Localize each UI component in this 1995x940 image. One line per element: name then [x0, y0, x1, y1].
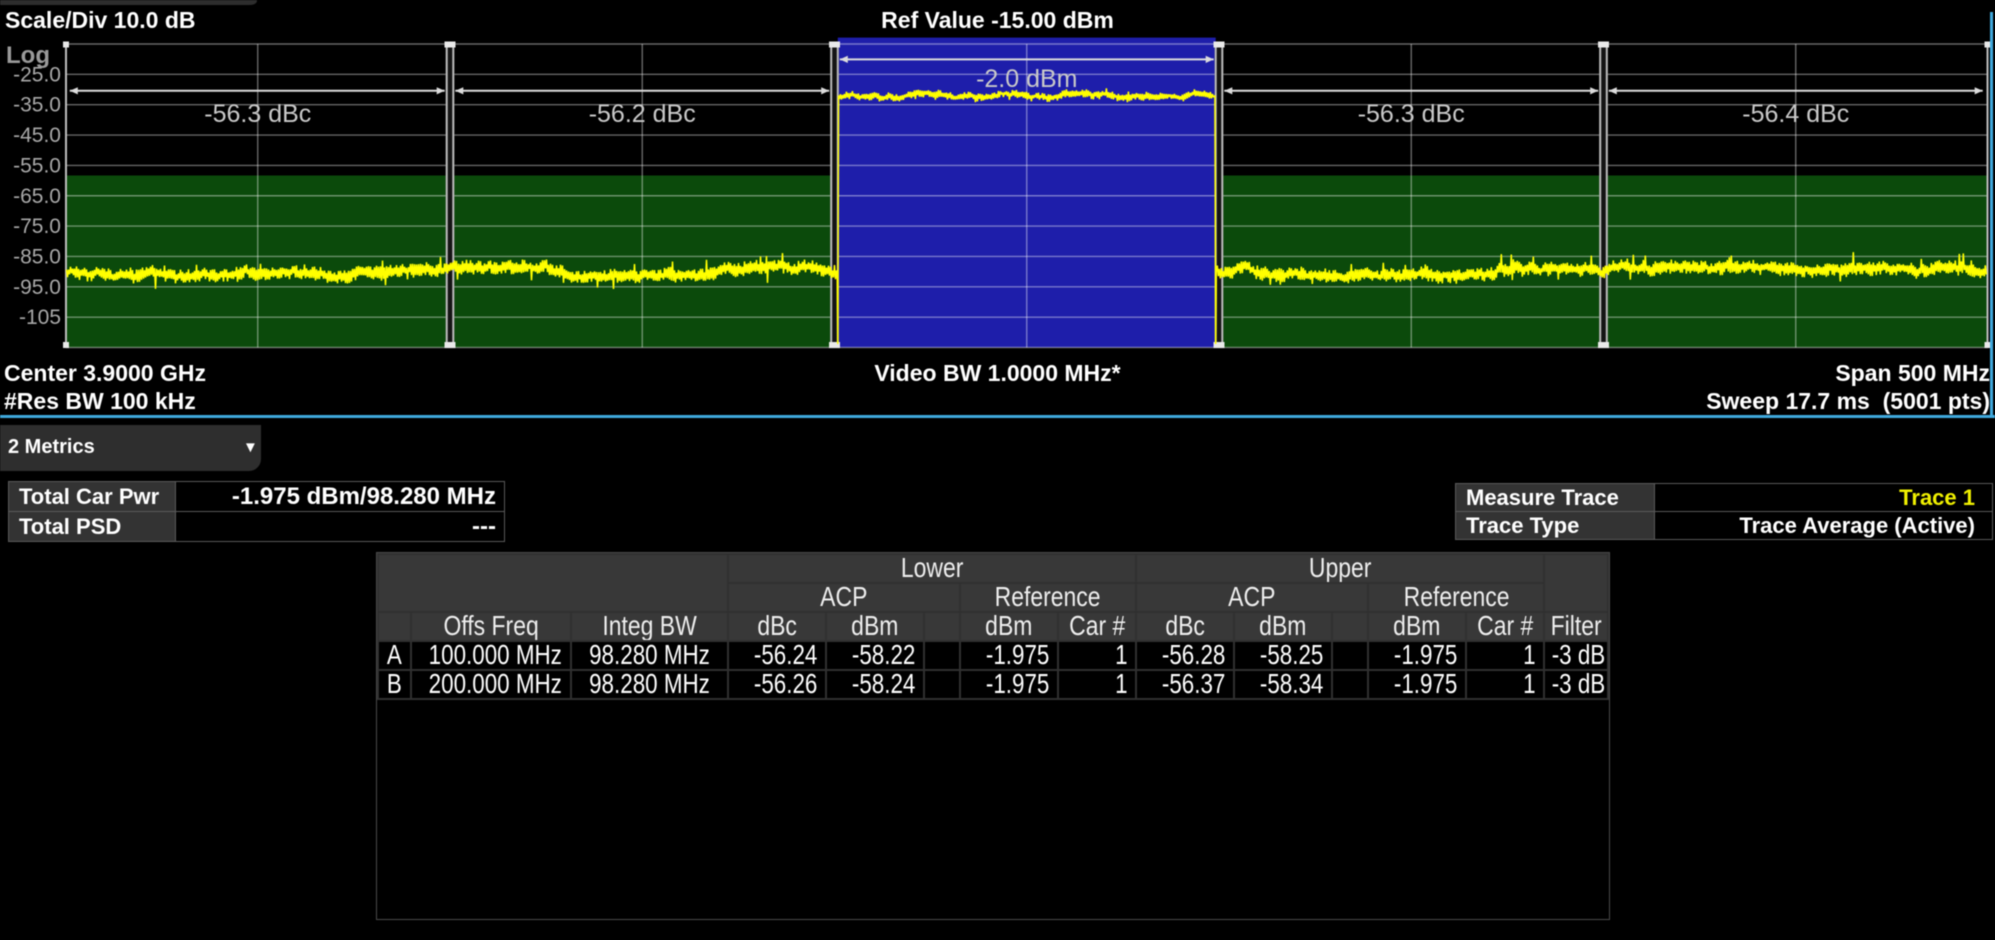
- svg-text:-56.3 dBc: -56.3 dBc: [1358, 100, 1465, 128]
- svg-text:-55.0: -55.0: [13, 154, 61, 177]
- svg-text:Scale/Div 10.0 dB: Scale/Div 10.0 dB: [5, 7, 196, 33]
- svg-text:-56.4 dBc: -56.4 dBc: [1742, 100, 1849, 128]
- svg-text:-75.0: -75.0: [13, 215, 61, 238]
- svg-text:-95.0: -95.0: [13, 276, 61, 299]
- svg-text:-65.0: -65.0: [13, 185, 61, 208]
- svg-text:-85.0: -85.0: [13, 246, 61, 269]
- svg-text:-2.0 dBm: -2.0 dBm: [976, 65, 1077, 93]
- svg-text:-45.0: -45.0: [13, 124, 61, 147]
- svg-text:Log: Log: [6, 42, 50, 69]
- svg-text:#Res BW 100 kHz: #Res BW 100 kHz: [4, 388, 196, 414]
- svg-text:Video BW 1.0000 MHz*: Video BW 1.0000 MHz*: [874, 360, 1120, 386]
- svg-text:Sweep 17.7 ms (5001 pts): Sweep 17.7 ms (5001 pts): [1706, 388, 1990, 414]
- svg-text:Center 3.9000 GHz: Center 3.9000 GHz: [4, 360, 206, 386]
- svg-text:-35.0: -35.0: [13, 94, 61, 117]
- svg-text:-56.3 dBc: -56.3 dBc: [204, 100, 311, 128]
- svg-text:Span 500 MHz: Span 500 MHz: [1835, 360, 1990, 386]
- svg-text:Ref Value -15.00 dBm: Ref Value -15.00 dBm: [881, 7, 1114, 33]
- svg-text:-105: -105: [19, 306, 61, 329]
- svg-text:-56.2 dBc: -56.2 dBc: [589, 100, 696, 128]
